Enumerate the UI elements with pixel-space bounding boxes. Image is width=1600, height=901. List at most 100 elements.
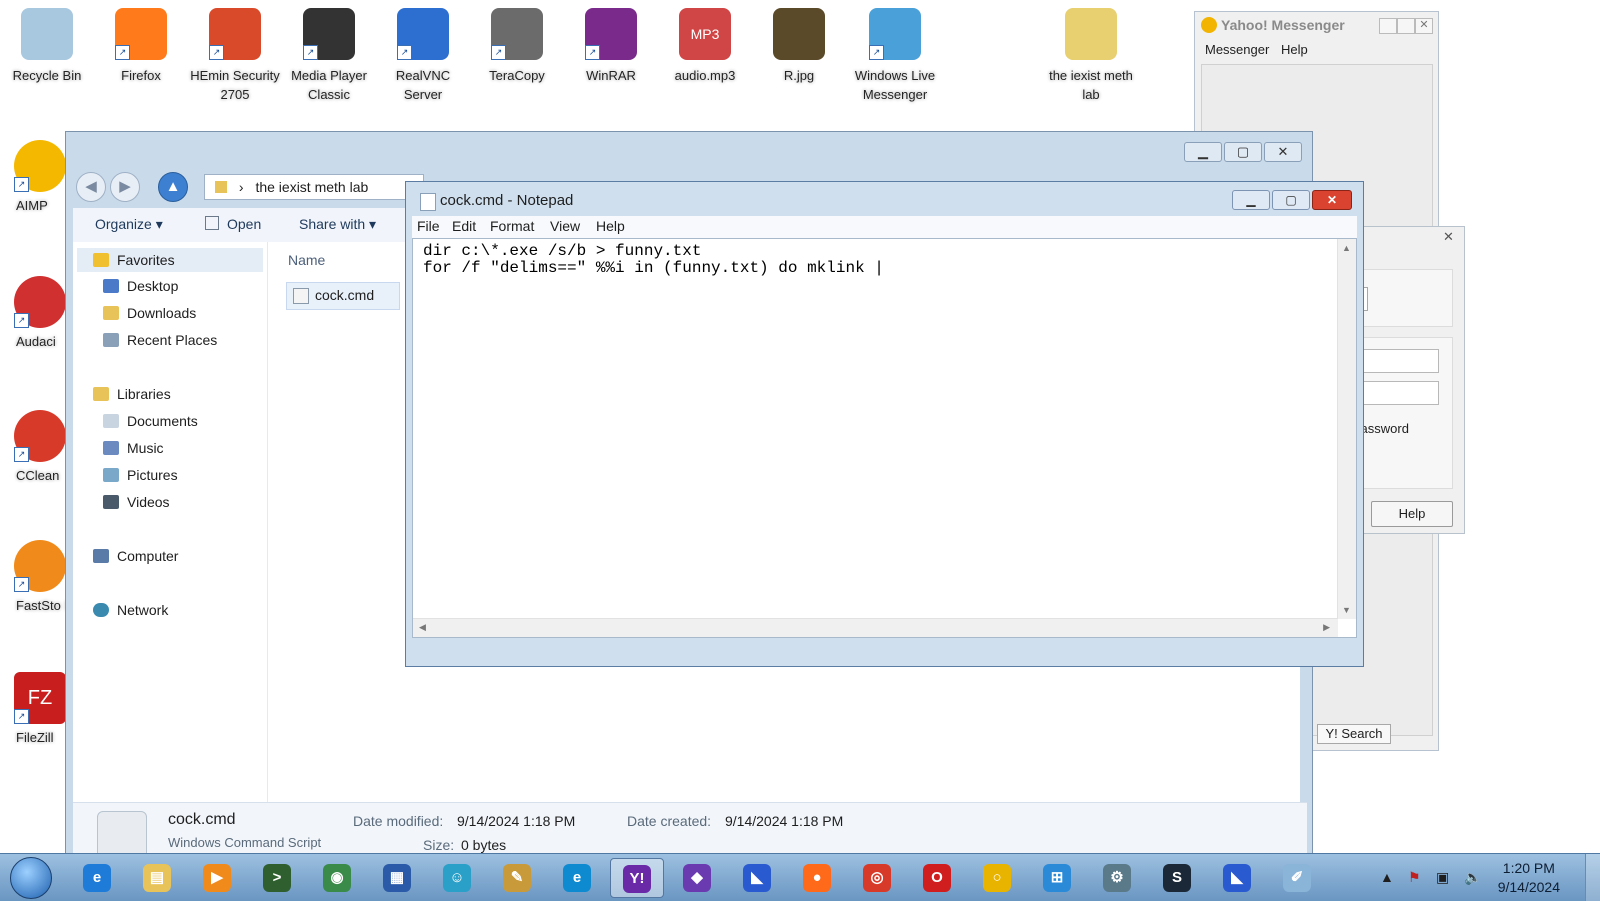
nav-music-label: Music <box>127 440 164 456</box>
taskbar-media-player-button[interactable]: ▶ <box>190 858 244 898</box>
yahoo-menu-messenger[interactable]: Messenger <box>1205 42 1269 57</box>
taskbar-windows-flag-button[interactable]: ⊞ <box>1030 858 1084 898</box>
desktop-icon-0[interactable]: Recycle Bin <box>2 8 92 85</box>
taskbar: e ▤ ▶ > ◉ ▦ ☺ ✎ e Y! ◆ ◣ ● ◎ O ○ ⊞ ⚙ S ◣ ✐ ▲ ⚑ ▣ 🔈 1:20 PM 9… <box>0 853 1600 901</box>
taskbar-notepad-button[interactable]: ✐ <box>1270 858 1324 898</box>
horizontal-scrollbar[interactable]: ◀ ▶ <box>413 618 1338 637</box>
menu-format[interactable]: Format <box>490 218 534 234</box>
taskbar-terminal-button[interactable]: > <box>250 858 304 898</box>
dialog-close-icon[interactable]: ✕ <box>1443 229 1454 245</box>
menu-help[interactable]: Help <box>596 218 625 234</box>
desktop-icon-1[interactable]: ↗ Firefox <box>96 8 186 85</box>
taskbar-firefox-button[interactable]: ● <box>790 858 844 898</box>
clock[interactable]: 1:20 PM 9/14/2024 <box>1498 859 1560 897</box>
nav-pictures[interactable]: Pictures <box>103 467 178 483</box>
scroll-right-icon[interactable]: ▶ <box>1323 622 1330 633</box>
taskbar-edge-button[interactable]: e <box>550 858 604 898</box>
start-button[interactable] <box>10 857 52 899</box>
desktop-left-icon-2[interactable]: ↗ CClean <box>0 410 66 483</box>
nav-libraries[interactable]: Libraries <box>93 386 171 402</box>
column-header-name[interactable]: Name <box>288 252 325 268</box>
notepad-minimize-button[interactable]: ▁ <box>1232 190 1270 210</box>
shortcut-arrow-icon: ↗ <box>14 709 29 724</box>
desktop-icon-3[interactable]: ↗ Media Player Classic <box>284 8 374 104</box>
yahoo-menu-help[interactable]: Help <box>1281 42 1308 57</box>
yahoo-search-button[interactable]: Y! Search <box>1317 724 1391 744</box>
desktop-left-icon-label: Audaci <box>16 334 56 349</box>
menu-file[interactable]: File <box>417 218 440 234</box>
network-icon <box>93 603 109 617</box>
media-player-icon: ▶ <box>203 864 231 892</box>
notepad-close-button[interactable]: ✕ <box>1312 190 1352 210</box>
taskbar-blue-app-button[interactable]: ◣ <box>730 858 784 898</box>
nav-recent-places[interactable]: Recent Places <box>103 332 217 348</box>
taskbar-opera-button[interactable]: O <box>910 858 964 898</box>
desktop-icon-7[interactable]: MP3 audio.mp3 <box>660 8 750 85</box>
taskbar-chrome-button[interactable]: ◎ <box>850 858 904 898</box>
vertical-scrollbar[interactable]: ▲ ▼ <box>1337 239 1356 619</box>
scroll-up-icon[interactable]: ▲ <box>1342 243 1351 253</box>
address-bar[interactable]: › the iexist meth lab <box>204 174 424 200</box>
tray-volume-muted-icon[interactable]: 🔈 <box>1464 869 1481 886</box>
desktop-icon-10[interactable]: the iexist meth lab <box>1046 8 1136 104</box>
taskbar-paint-button[interactable]: ✎ <box>490 858 544 898</box>
desktop-icon-4[interactable]: ↗ RealVNC Server <box>378 8 468 104</box>
taskbar-ring-app-button[interactable]: ○ <box>970 858 1024 898</box>
desktop-icon-image: ↗ <box>115 8 167 60</box>
taskbar-steam-button[interactable]: S <box>1150 858 1204 898</box>
share-with-button[interactable]: Share with ▾ <box>299 216 376 233</box>
nav-desktop[interactable]: Desktop <box>103 278 178 294</box>
file-row[interactable]: cock.cmd <box>286 282 400 310</box>
explorer-maximize-button[interactable]: ▢ <box>1224 142 1262 162</box>
open-button[interactable]: Open <box>205 216 261 232</box>
tray-network-icon[interactable]: ▣ <box>1436 869 1449 886</box>
desktop-icon-8[interactable]: R.jpg <box>754 8 844 85</box>
desktop-left-icon-1[interactable]: ↗ Audaci <box>0 276 66 349</box>
up-button[interactable]: ▲ <box>158 172 188 202</box>
details-created-label: Date created: <box>627 813 712 829</box>
taskbar-globe-button[interactable]: ◉ <box>310 858 364 898</box>
notepad-window[interactable]: cock.cmd - Notepad ▁ ▢ ✕ File Edit Forma… <box>405 181 1364 667</box>
desktop-icon-5[interactable]: ↗ TeraCopy <box>472 8 562 85</box>
desktop-icon-6[interactable]: ↗ WinRAR <box>566 8 656 85</box>
desktop-left-icon-0[interactable]: ↗ AIMP <box>0 140 66 213</box>
desktop-icon-2[interactable]: ↗ HEmin Security 2705 <box>190 8 280 104</box>
nav-favorites[interactable]: Favorites <box>93 252 175 268</box>
show-desktop-button[interactable] <box>1585 854 1600 901</box>
taskbar-office-button[interactable]: ▦ <box>370 858 424 898</box>
nav-music[interactable]: Music <box>103 440 164 456</box>
forward-button[interactable]: ▶ <box>110 172 140 202</box>
tray-expand-icon[interactable]: ▲ <box>1380 869 1394 885</box>
desktop-left-icon-4[interactable]: FZ ↗ FileZill <box>0 672 66 745</box>
explorer-close-button[interactable]: ✕ <box>1264 142 1302 162</box>
taskbar-internet-explorer-button[interactable]: e <box>70 858 124 898</box>
nav-videos[interactable]: Videos <box>103 494 170 510</box>
menu-edit[interactable]: Edit <box>452 218 476 234</box>
nav-network[interactable]: Network <box>93 602 168 618</box>
taskbar-visual-studio-installer-button[interactable]: ◆ <box>670 858 724 898</box>
scroll-down-icon[interactable]: ▼ <box>1342 605 1351 615</box>
tray-flag-icon[interactable]: ⚑ <box>1408 869 1421 886</box>
taskbar-file-explorer-button[interactable]: ▤ <box>130 858 184 898</box>
taskbar-yahoo-messenger-button[interactable]: Y! <box>610 858 664 898</box>
shortcut-arrow-icon: ↗ <box>869 45 884 60</box>
scroll-left-icon[interactable]: ◀ <box>419 622 426 633</box>
yahoo-help-button[interactable]: Help <box>1371 501 1453 527</box>
nav-downloads[interactable]: Downloads <box>103 305 196 321</box>
desktop-icon-9[interactable]: ↗ Windows Live Messenger <box>850 8 940 104</box>
explorer-minimize-button[interactable]: ▁ <box>1184 142 1222 162</box>
menu-view[interactable]: View <box>550 218 580 234</box>
taskbar-blue-app-2-button[interactable]: ◣ <box>1210 858 1264 898</box>
nav-documents[interactable]: Documents <box>103 413 198 429</box>
notepad-maximize-button[interactable]: ▢ <box>1272 190 1310 210</box>
yahoo-minimize-button[interactable] <box>1379 18 1397 34</box>
yahoo-close-button[interactable]: ✕ <box>1415 18 1433 34</box>
back-button[interactable]: ◀ <box>76 172 106 202</box>
nav-computer[interactable]: Computer <box>93 548 178 564</box>
taskbar-network-tool-button[interactable]: ⚙ <box>1090 858 1144 898</box>
yahoo-maximize-button[interactable] <box>1397 18 1415 34</box>
notepad-text-area[interactable]: dir c:\*.exe /s/b > funny.txt for /f "del… <box>412 238 1357 638</box>
taskbar-messenger-people-button[interactable]: ☺ <box>430 858 484 898</box>
desktop-left-icon-3[interactable]: ↗ FastSto Image Vi <box>0 540 66 613</box>
organize-button[interactable]: Organize ▾ <box>95 216 163 233</box>
